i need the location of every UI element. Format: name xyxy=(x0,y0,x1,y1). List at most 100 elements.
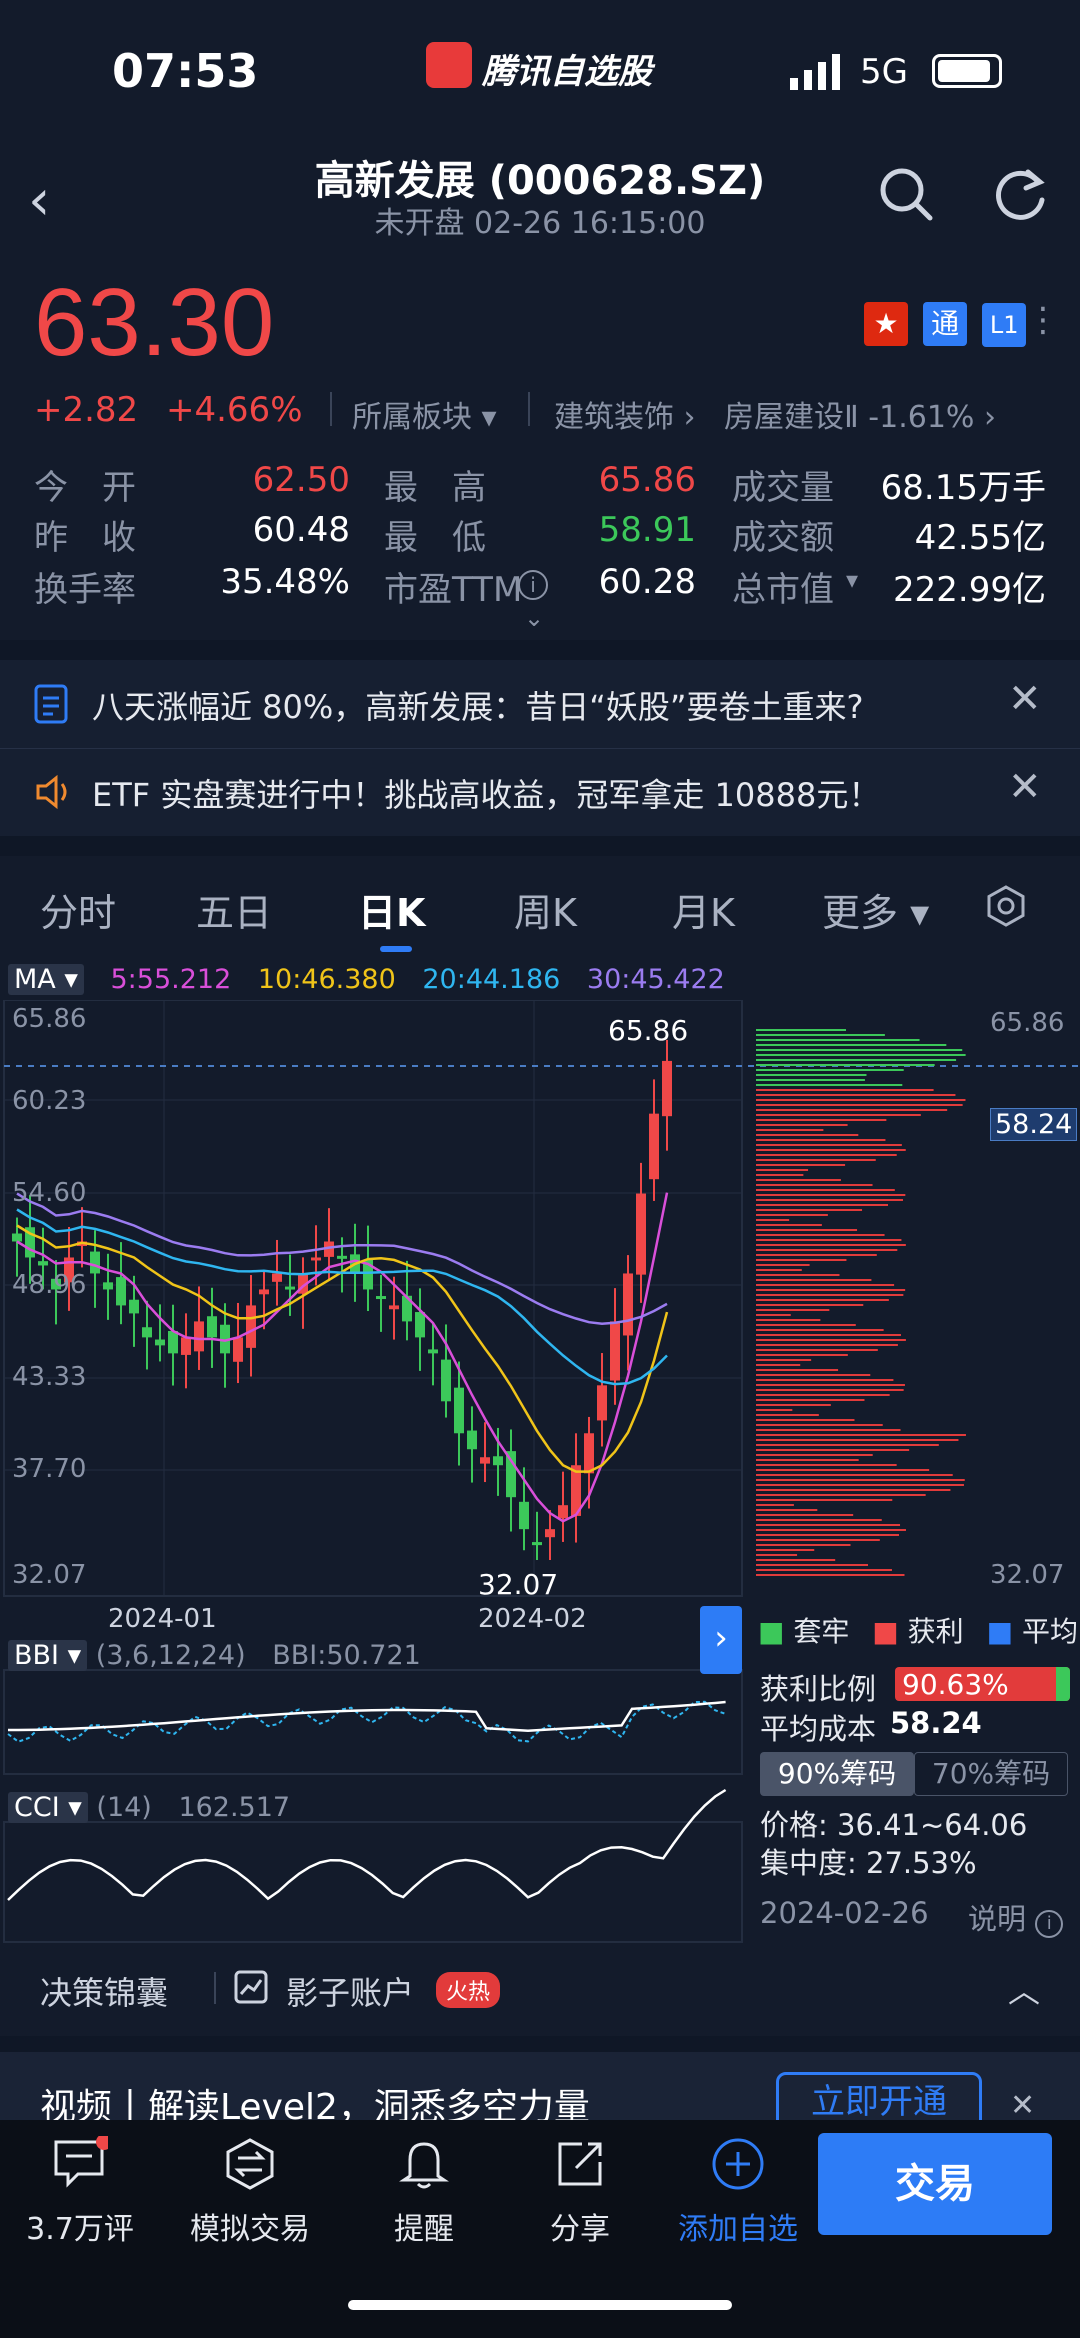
chip-legend: ■ 套牢 ■ 获利 ■ 平均 xyxy=(758,1615,1078,1648)
more-vertical-icon[interactable]: ⋮ xyxy=(1026,300,1060,340)
info-icon[interactable]: i xyxy=(518,570,548,600)
sector-label: 所属板块 xyxy=(352,400,472,435)
cci-selector[interactable]: CCI ▾ xyxy=(8,1792,88,1823)
candle-body xyxy=(376,1296,386,1300)
candle-body xyxy=(285,1286,295,1290)
add-watchlist-icon[interactable] xyxy=(710,2136,766,2192)
candle-body xyxy=(454,1387,464,1434)
expand-panel-button[interactable]: › xyxy=(700,1606,742,1674)
bell-icon[interactable] xyxy=(396,2136,452,2192)
active-tab-indicator xyxy=(380,946,412,952)
chevron-down-icon: ▾ xyxy=(481,400,497,435)
candle-body xyxy=(142,1327,152,1338)
sector-dropdown[interactable]: 所属板块 ▾ xyxy=(352,392,497,436)
sim-trade-label[interactable]: 模拟交易 xyxy=(170,2204,330,2248)
bbi-label: BBI xyxy=(14,1640,60,1671)
hot-badge: 火热 xyxy=(436,1972,501,2008)
y-tick: 43.33 xyxy=(12,1362,87,1392)
tab-intraday[interactable]: 分时 xyxy=(40,882,116,937)
news-item[interactable]: 八天涨幅近 80%，高新发展：昔日“妖股”要卷土重来? xyxy=(92,682,863,728)
candle-body xyxy=(259,1289,269,1295)
explain-link[interactable]: 说明 i xyxy=(968,1896,1064,1938)
comment-icon[interactable] xyxy=(52,2136,108,2192)
low-value: 58.91 xyxy=(598,510,696,550)
share-icon[interactable] xyxy=(552,2136,608,2192)
news-item[interactable]: ETF 实盘赛进行中！挑战高收益，冠军拿走 10888元！ xyxy=(92,770,880,816)
cci-params: (14) xyxy=(96,1792,152,1823)
explain-label: 说明 xyxy=(968,1902,1027,1936)
exchange-icon[interactable] xyxy=(222,2136,278,2192)
close-icon[interactable]: ✕ xyxy=(1008,764,1042,810)
bbi-params: (3,6,12,24) xyxy=(95,1640,246,1671)
y-tick: 48.96 xyxy=(12,1270,87,1300)
ma-selector[interactable]: MA ▾ xyxy=(8,964,84,995)
tab-five-day[interactable]: 五日 xyxy=(196,882,272,937)
candle-body xyxy=(441,1359,451,1402)
industry-link[interactable]: 建筑装饰 › xyxy=(554,392,696,436)
candle-body xyxy=(415,1312,425,1338)
amount-label: 成交额 xyxy=(732,518,834,558)
ma-legend: MA ▾ 5:55.212 10:46.380 20:44.186 30:45.… xyxy=(8,964,725,995)
remind-label[interactable]: 提醒 xyxy=(344,2204,504,2248)
candle-body xyxy=(467,1430,477,1450)
chevron-down-icon[interactable]: ▾ xyxy=(846,566,858,594)
high-marker: 65.86 xyxy=(608,1014,689,1047)
candle-body xyxy=(649,1113,659,1180)
candle-body xyxy=(506,1451,516,1498)
candle-body xyxy=(597,1385,607,1421)
candle-body xyxy=(337,1255,347,1259)
candle-body xyxy=(311,1257,321,1261)
app-logo-icon xyxy=(426,42,472,88)
price-range: 价格: 36.41~64.06 xyxy=(760,1808,1028,1842)
bbi-selector[interactable]: BBI ▾ xyxy=(8,1640,88,1671)
bbi-chart xyxy=(7,1700,726,1743)
chip-90-button[interactable]: 90%筹码 xyxy=(760,1752,914,1796)
candle-body xyxy=(480,1457,490,1464)
bbi-price-line xyxy=(7,1700,726,1743)
loss-ratio-bar xyxy=(1056,1667,1070,1701)
close-icon[interactable]: ✕ xyxy=(1008,676,1042,722)
app-brand: 腾讯自选股 xyxy=(482,52,652,92)
decision-kit-link[interactable]: 决策锦囊 xyxy=(40,1968,168,2014)
add-watchlist-label[interactable]: 添加自选 xyxy=(658,2204,818,2248)
shadow-account-link[interactable]: 影子账户 xyxy=(286,1968,414,2014)
document-icon xyxy=(34,684,68,724)
tab-monthly-k[interactable]: 月K xyxy=(672,882,735,937)
clock: 07:53 xyxy=(112,44,259,98)
pe-value: 60.28 xyxy=(598,562,696,602)
share-label[interactable]: 分享 xyxy=(500,2204,660,2248)
candle-body xyxy=(493,1456,503,1466)
bbi-legend: BBI ▾ (3,6,12,24) BBI:50.721 xyxy=(8,1640,421,1671)
settings-icon[interactable] xyxy=(984,884,1028,928)
search-icon[interactable] xyxy=(876,164,936,224)
tab-more[interactable]: 更多 ▾ xyxy=(822,882,929,937)
chip-70-button[interactable]: 70%筹码 xyxy=(914,1752,1068,1796)
y-tick: 32.07 xyxy=(12,1560,87,1590)
ma10-value: 10:46.380 xyxy=(257,964,396,995)
tab-more-label: 更多 xyxy=(822,891,899,935)
candle-body xyxy=(545,1529,555,1538)
avg-cost-tag: 58.24 xyxy=(990,1108,1078,1141)
sub-industry-link[interactable]: 房屋建设Ⅱ -1.61% › xyxy=(724,392,996,436)
profit-ratio-value: 90.63% xyxy=(902,1668,1009,1701)
turnover-label: 换手率 xyxy=(34,570,136,610)
comments-label[interactable]: 3.7万评 xyxy=(0,2204,160,2248)
volume-label: 成交量 xyxy=(732,468,834,508)
candle-body xyxy=(623,1273,633,1336)
chip-distribution xyxy=(756,1029,966,1576)
y-tick: 37.70 xyxy=(12,1454,87,1484)
close-icon[interactable]: ✕ xyxy=(1010,2088,1035,2123)
expand-stats-icon[interactable]: ⌄ xyxy=(524,604,544,632)
trade-button[interactable]: 交易 xyxy=(818,2133,1052,2235)
level1-badge[interactable]: L1 xyxy=(982,303,1027,347)
low-marker: 32.07 xyxy=(478,1568,559,1601)
connect-badge[interactable]: 通 xyxy=(923,302,968,346)
candle-body xyxy=(116,1277,126,1306)
tab-daily-k[interactable]: 日K xyxy=(358,882,425,937)
tab-weekly-k[interactable]: 周K xyxy=(514,882,577,937)
home-indicator xyxy=(348,2300,732,2310)
refresh-icon[interactable] xyxy=(990,164,1050,224)
candles xyxy=(12,1039,672,1560)
chevron-up-icon[interactable]: ︿ xyxy=(1008,1966,1040,2012)
ma-label: MA xyxy=(14,964,56,995)
